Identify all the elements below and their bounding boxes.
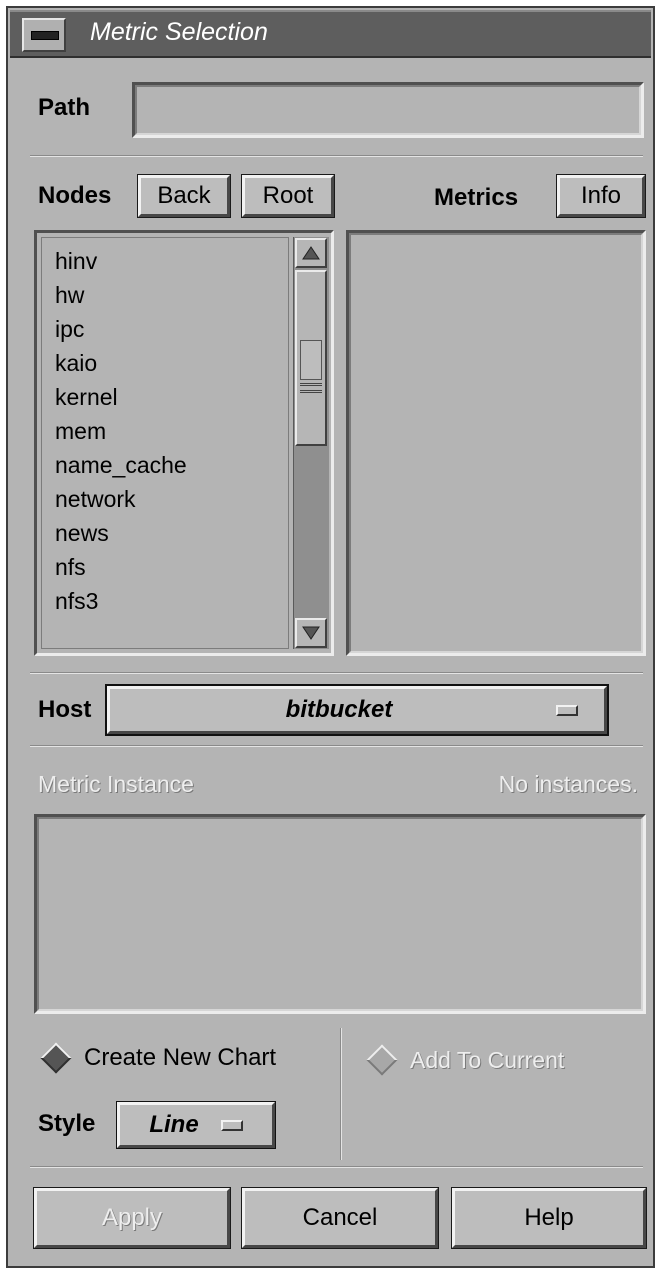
style-value: Line <box>149 1111 199 1138</box>
window-menu-button[interactable] <box>22 18 66 52</box>
help-button[interactable]: Help <box>452 1188 646 1248</box>
style-select[interactable]: Line <box>117 1102 275 1148</box>
host-value: bitbucket <box>285 696 393 723</box>
list-item[interactable]: hw <box>55 278 288 312</box>
create-new-chart-radio[interactable] <box>40 1042 72 1074</box>
scroll-up-button[interactable] <box>295 238 327 268</box>
scroll-thumb-grip-icon <box>300 390 322 393</box>
list-item[interactable]: nfs <box>55 550 288 584</box>
list-item[interactable]: news <box>55 516 288 550</box>
metric-instance-label: Metric Instance <box>38 771 194 797</box>
nodes-list[interactable]: hinv hw ipc kaio kernel mem name_cache n… <box>41 237 289 649</box>
separator <box>30 1166 643 1168</box>
list-item[interactable]: mem <box>55 414 288 448</box>
metrics-list[interactable] <box>346 230 646 656</box>
list-item[interactable]: network <box>55 482 288 516</box>
apply-button[interactable]: Apply <box>34 1188 230 1248</box>
instance-status: No instances. <box>498 771 638 797</box>
host-label: Host <box>38 696 92 723</box>
separator <box>30 155 643 157</box>
path-label: Path <box>38 94 91 121</box>
list-item[interactable]: name_cache <box>55 448 288 482</box>
scroll-thumb-segment <box>300 340 322 380</box>
window-title: Metric Selection <box>90 18 268 46</box>
radio-selected-icon <box>40 1042 72 1074</box>
add-to-current-radio[interactable] <box>366 1044 398 1076</box>
create-new-chart-label[interactable]: Create New Chart <box>84 1042 276 1074</box>
vertical-separator <box>340 1028 342 1160</box>
root-button[interactable]: Root <box>242 175 334 217</box>
back-button[interactable]: Back <box>138 175 230 217</box>
scroll-thumb-grip-icon <box>300 383 322 386</box>
list-item[interactable]: kaio <box>55 346 288 380</box>
separator <box>30 745 643 747</box>
dropdown-indicator-icon <box>556 704 578 716</box>
list-item[interactable]: kernel <box>55 380 288 414</box>
instance-list[interactable] <box>34 814 646 1014</box>
dropdown-indicator-icon <box>220 1119 243 1131</box>
host-select[interactable]: bitbucket <box>107 686 607 734</box>
cancel-button[interactable]: Cancel <box>242 1188 438 1248</box>
metrics-label: Metrics <box>434 184 519 211</box>
radio-unselected-icon <box>366 1044 398 1076</box>
down-arrow-icon <box>302 626 320 640</box>
separator <box>30 672 643 674</box>
add-to-current-label: Add To Current <box>410 1047 565 1073</box>
list-item[interactable]: hinv <box>55 244 288 278</box>
path-field[interactable] <box>132 82 644 138</box>
up-arrow-icon <box>302 246 320 260</box>
list-item[interactable]: ipc <box>55 312 288 346</box>
info-button[interactable]: Info <box>557 175 645 217</box>
scroll-down-button[interactable] <box>295 618 327 648</box>
nodes-label: Nodes <box>38 182 112 209</box>
list-item[interactable]: nfs3 <box>55 584 288 618</box>
style-label: Style <box>38 1110 96 1137</box>
window-menu-icon <box>31 31 59 40</box>
